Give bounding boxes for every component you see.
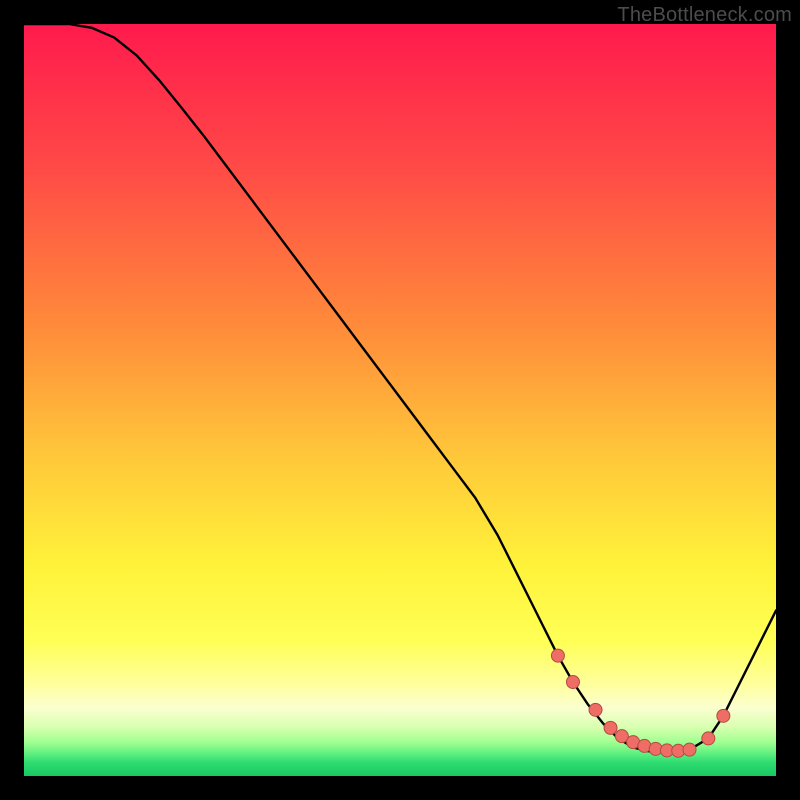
curve-dot bbox=[566, 676, 579, 689]
curve-dot bbox=[589, 703, 602, 716]
curve-dot bbox=[683, 743, 696, 756]
attribution-text: TheBottleneck.com bbox=[617, 4, 792, 27]
curve-dots-group bbox=[551, 649, 729, 757]
plot-area bbox=[24, 24, 776, 776]
chart-frame: TheBottleneck.com bbox=[0, 0, 800, 800]
curve-dot bbox=[604, 721, 617, 734]
curve-dot bbox=[717, 709, 730, 722]
curve-dot bbox=[702, 732, 715, 745]
curve-dot bbox=[551, 649, 564, 662]
bottleneck-curve-layer bbox=[24, 24, 776, 776]
bottleneck-curve bbox=[24, 24, 776, 752]
